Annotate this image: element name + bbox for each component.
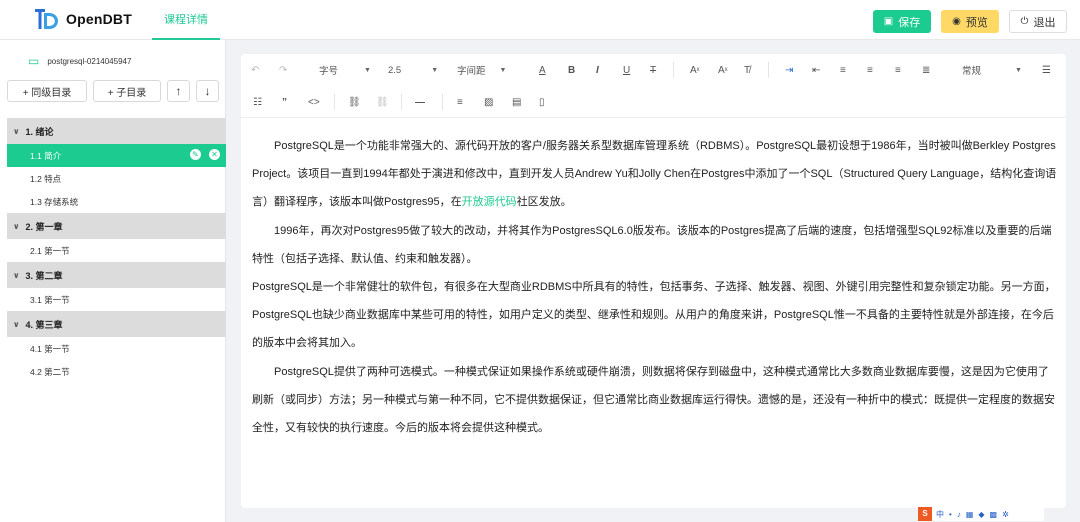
logo[interactable]: OpenDBT xyxy=(32,5,132,33)
power-icon: ⏻ xyxy=(1020,16,1029,27)
font-color-icon[interactable]: A xyxy=(539,62,546,78)
ime-toolbar[interactable]: S 中 • ♪ ▦ ◆ ▩ ✲ xyxy=(918,507,1044,521)
book-title: ▭ postgresql-0214045947 xyxy=(28,54,131,68)
editor-toolbar: ↶ ↷ 字号 ▼ 2.5 ▼ 字间距 ▼ A B I U T Ax Ax T̸ ⇥ ⇤… xyxy=(241,54,1066,118)
chevron-down-icon: ∨ xyxy=(13,270,20,280)
app-name: OpenDBT xyxy=(66,11,132,27)
move-down-button[interactable]: ↓ xyxy=(196,80,219,102)
preview-label: 预览 xyxy=(965,16,988,29)
underline-icon[interactable]: U xyxy=(623,62,630,78)
chapter-item[interactable]: ∨ 4. 第三章 xyxy=(7,311,226,337)
save-label: 保存 xyxy=(898,16,921,29)
indent-icon[interactable]: ⇥ xyxy=(785,62,793,78)
keyboard-icon: ▦ xyxy=(965,509,974,519)
section-item[interactable]: 3.1 第一节 xyxy=(7,288,226,311)
bulleted-list-icon[interactable]: ☰ xyxy=(1042,62,1051,78)
align-justify-icon[interactable]: ≣ xyxy=(922,62,930,78)
align-center-icon[interactable]: ≡ xyxy=(867,62,873,78)
chapter-item[interactable]: ∨ 3. 第二章 xyxy=(7,262,226,288)
punctuation-icon: • xyxy=(949,509,952,519)
chapter-tree: ∨ 1. 绪论 1.1 简介 ✎ ✕ 1.2 特点 1.3 存储系统 ∨ 2. 第一… xyxy=(7,118,226,383)
exit-button[interactable]: ⏻ 退出 xyxy=(1009,10,1067,33)
open-source-link[interactable]: 开放源代码 xyxy=(462,196,517,208)
save-button[interactable]: ▣ 保存 xyxy=(873,10,931,33)
letter-spacing-select[interactable]: 字间距 ▼ xyxy=(457,62,506,78)
paragraph: PostgreSQL是一个非常健壮的软件包，有很多在大型商业RDBMS中所具有的… xyxy=(252,281,1056,350)
chevron-down-icon: ∨ xyxy=(13,319,20,329)
subscript-icon[interactable]: Ax xyxy=(718,62,728,78)
edit-icon[interactable]: ✎ xyxy=(190,149,201,160)
clear-format-icon[interactable]: T̸ xyxy=(744,62,750,78)
exit-label: 退出 xyxy=(1033,16,1056,29)
ime-lang: 中 xyxy=(936,509,944,519)
image-icon[interactable]: ▨ xyxy=(484,94,493,110)
redo-icon[interactable]: ↷ xyxy=(279,62,287,78)
quote-icon[interactable]: ” xyxy=(282,94,287,110)
numbered-list-icon[interactable]: ☷ xyxy=(253,94,262,110)
tab-course-detail[interactable]: 课程详情 xyxy=(152,0,220,40)
book-name: postgresql-0214045947 xyxy=(47,56,132,66)
section-item[interactable]: 4.1 第一节 xyxy=(7,337,226,360)
format-painter-icon[interactable]: ≡ xyxy=(457,94,463,110)
unlink-icon[interactable]: ⛓ xyxy=(376,94,389,110)
superscript-icon[interactable]: Ax xyxy=(690,62,700,78)
chevron-down-icon: ▼ xyxy=(1015,66,1022,74)
file-icon[interactable]: ▯ xyxy=(539,94,545,110)
paragraph: PostgreSQL提供了两种可选模式。一种模式保证如果操作系统或硬件崩溃，则数… xyxy=(252,365,1055,435)
table-icon[interactable]: ▤ xyxy=(512,94,521,110)
link-icon[interactable]: ⛓ xyxy=(348,94,361,110)
paragraph: 1996年，再次对Postgres95做了较大的改动，并将其作为Postgres… xyxy=(252,224,1052,265)
toolbox-icon: ▩ xyxy=(989,509,998,519)
settings-icon: ✲ xyxy=(1002,509,1009,519)
editor-content[interactable]: PostgreSQL是一个功能非常强大的、源代码开放的客户/服务器关系型数据库管… xyxy=(252,132,1057,442)
chapter-item[interactable]: ∨ 2. 第一章 xyxy=(7,213,226,239)
add-sibling-button[interactable]: + 同级目录 xyxy=(7,80,87,102)
line-height-select[interactable]: 2.5 ▼ xyxy=(388,62,438,78)
book-icon: ▭ xyxy=(28,54,40,68)
section-item-active[interactable]: 1.1 简介 ✎ ✕ xyxy=(7,144,226,167)
sidebar: ▭ postgresql-0214045947 + 同级目录 + 子目录 ↑ ↓… xyxy=(0,40,226,522)
paragraph: PostgreSQL是一个功能非常强大的、源代码开放的客户/服务器关系型数据库管… xyxy=(252,140,1057,209)
chevron-down-icon: ▼ xyxy=(364,66,371,74)
move-up-button[interactable]: ↑ xyxy=(167,80,190,102)
horizontal-rule-icon[interactable]: — xyxy=(415,94,425,110)
close-icon[interactable]: ✕ xyxy=(209,149,220,160)
strikethrough-icon[interactable]: T xyxy=(650,62,656,78)
editor-panel: ↶ ↷ 字号 ▼ 2.5 ▼ 字间距 ▼ A B I U T Ax Ax T̸ ⇥ ⇤… xyxy=(241,54,1066,508)
font-size-select[interactable]: 字号 ▼ xyxy=(319,62,371,78)
paragraph-style-select[interactable]: 常规 ▼ xyxy=(962,62,1022,78)
section-item[interactable]: 2.1 第一节 xyxy=(7,239,226,262)
section-item[interactable]: 4.2 第二节 xyxy=(7,360,226,383)
align-left-icon[interactable]: ≡ xyxy=(840,62,846,78)
chevron-down-icon: ▼ xyxy=(431,66,439,74)
chevron-down-icon: ∨ xyxy=(13,126,20,136)
add-child-button[interactable]: + 子目录 xyxy=(93,80,161,102)
outdent-icon[interactable]: ⇤ xyxy=(812,62,820,78)
eye-icon: ◉ xyxy=(952,16,961,27)
section-item[interactable]: 1.3 存储系统 xyxy=(7,190,226,213)
italic-icon[interactable]: I xyxy=(596,62,599,78)
sogou-logo-icon: S xyxy=(918,507,932,521)
mic-icon: ♪ xyxy=(956,509,961,519)
preview-button[interactable]: ◉ 预览 xyxy=(941,10,999,33)
top-bar: OpenDBT 课程详情 ▣ 保存 ◉ 预览 ⏻ 退出 xyxy=(0,0,1080,40)
chevron-down-icon: ▼ xyxy=(499,66,507,74)
section-item[interactable]: 1.2 特点 xyxy=(7,167,226,190)
chapter-item[interactable]: ∨ 1. 绪论 xyxy=(7,118,226,144)
align-right-icon[interactable]: ≡ xyxy=(895,62,901,78)
chevron-down-icon: ∨ xyxy=(13,221,20,231)
code-icon[interactable]: <> xyxy=(308,94,320,110)
bold-icon[interactable]: B xyxy=(568,62,575,78)
undo-icon[interactable]: ↶ xyxy=(251,62,259,78)
skin-icon: ◆ xyxy=(978,509,985,519)
opendbt-logo-icon xyxy=(35,9,58,29)
save-icon: ▣ xyxy=(883,16,894,27)
